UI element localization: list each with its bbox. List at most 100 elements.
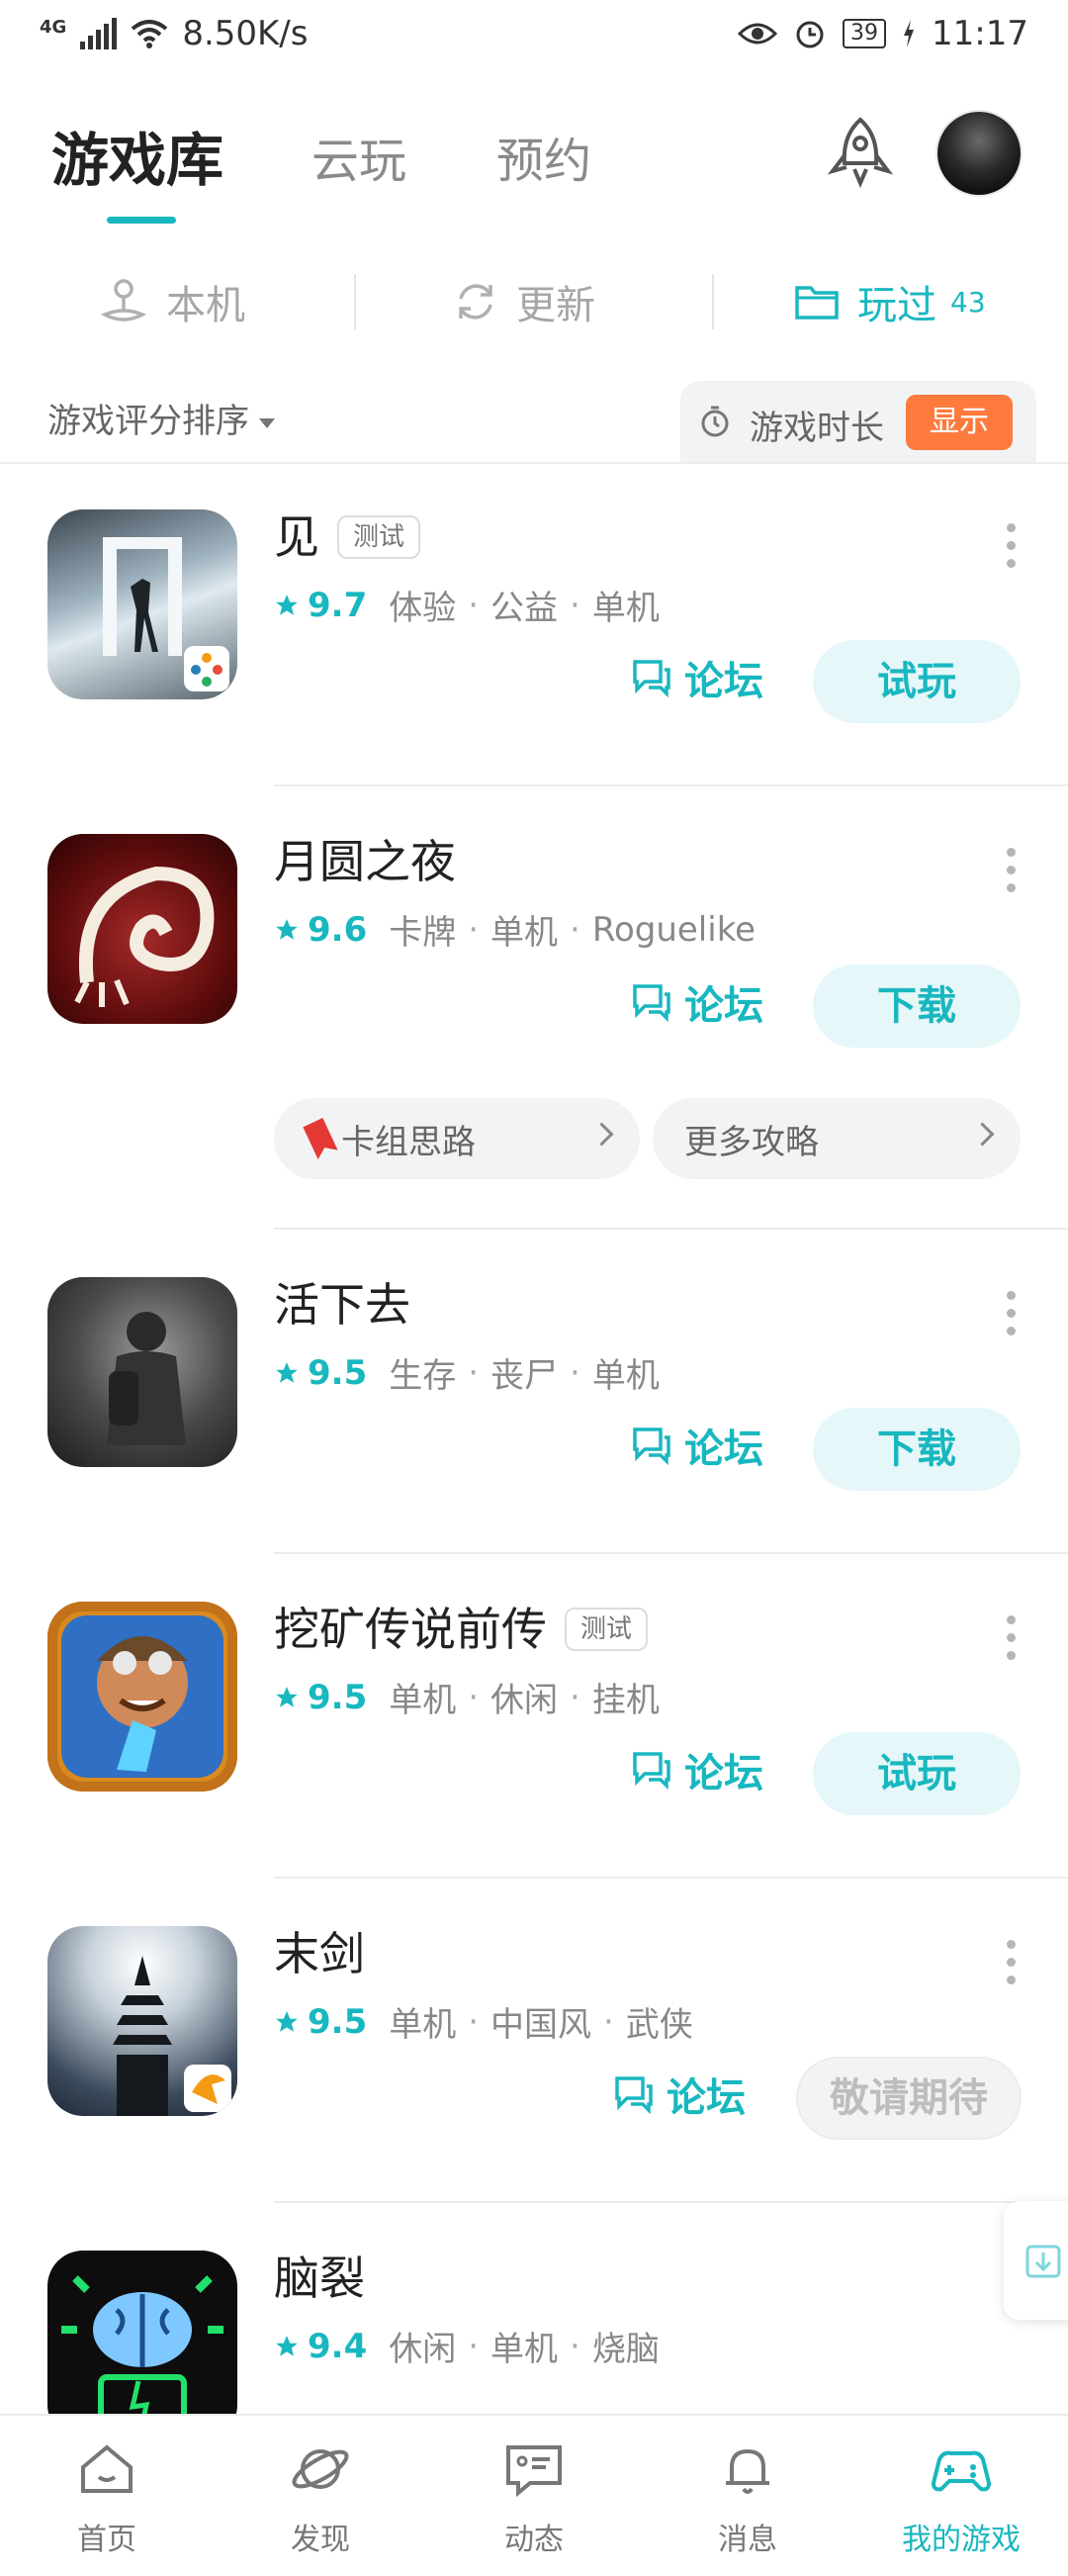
star-icon xyxy=(276,594,298,615)
signal-icon xyxy=(80,18,118,49)
guide-deck-button[interactable]: 卡组思路 xyxy=(274,1098,640,1179)
trial-button[interactable]: 试玩 xyxy=(813,1732,1021,1815)
tab-game-library[interactable]: 游戏库 xyxy=(51,114,223,197)
game-tag: 单机 xyxy=(389,2005,457,2045)
guide-label: 更多攻略 xyxy=(684,1122,819,1162)
subtab-played-label: 玩过 xyxy=(857,283,936,328)
download-button[interactable]: 下载 xyxy=(813,1408,1021,1491)
subtab-update[interactable]: 更新 xyxy=(453,262,595,341)
game-icon[interactable] xyxy=(47,509,237,699)
divider xyxy=(354,274,356,329)
nav-label: 我的游戏 xyxy=(902,2523,1021,2557)
game-meta: 9.5 单机 · 休闲 · 挂机 xyxy=(274,1673,660,1721)
bell-icon xyxy=(726,2448,769,2494)
caret-down-icon xyxy=(259,417,275,428)
game-tag: 生存 xyxy=(389,1356,457,1396)
forum-label: 论坛 xyxy=(684,1751,763,1796)
game-tag: 烧脑 xyxy=(591,2330,660,2369)
forum-label: 论坛 xyxy=(667,2075,746,2121)
active-tab-indicator xyxy=(107,217,176,224)
more-options-icon[interactable] xyxy=(1007,1291,1017,1344)
game-score: 9.5 xyxy=(308,1352,368,1393)
more-options-icon[interactable] xyxy=(1007,1940,1017,1993)
forum-icon xyxy=(615,2076,653,2114)
nav-label: 消息 xyxy=(718,2523,777,2557)
subtab-local[interactable]: 本机 xyxy=(99,262,245,341)
chat-card-icon xyxy=(506,2445,562,2498)
game-tag: 单机 xyxy=(490,2330,559,2369)
floating-download-tab[interactable] xyxy=(1004,2201,1068,2320)
gamepad-icon xyxy=(931,2450,992,2492)
nav-home[interactable]: 首页 xyxy=(0,2416,214,2576)
forum-button[interactable]: 论坛 xyxy=(631,1740,763,1799)
divider xyxy=(274,1877,1068,1879)
game-tag: 卡牌 xyxy=(389,913,457,953)
download-button[interactable]: 下载 xyxy=(813,965,1021,1048)
game-name: 脑裂 xyxy=(274,2252,365,2305)
joystick-icon xyxy=(100,279,147,322)
clock-time: 11:17 xyxy=(932,14,1028,53)
game-score: 9.7 xyxy=(308,585,368,625)
game-meta: 9.4 休闲 · 单机 · 烧脑 xyxy=(274,2322,660,2370)
battery-icon: 39 xyxy=(843,19,887,48)
charging-icon xyxy=(904,20,915,47)
game-icon[interactable] xyxy=(47,834,237,1024)
forum-label: 论坛 xyxy=(684,983,763,1029)
game-icon[interactable] xyxy=(47,1277,237,1467)
game-score: 9.5 xyxy=(308,1677,368,1717)
forum-button[interactable]: 论坛 xyxy=(631,1416,763,1475)
show-duration-button[interactable]: 显示 xyxy=(906,395,1013,450)
more-guides-button[interactable]: 更多攻略 xyxy=(653,1098,1021,1179)
subtab-bar: 本机 更新 玩过 43 xyxy=(0,262,1068,341)
duration-label: 游戏时长 xyxy=(750,409,884,448)
nav-label: 发现 xyxy=(291,2523,350,2557)
game-name: 活下去 xyxy=(274,1278,410,1332)
brain-icon xyxy=(61,2275,223,2439)
tab-reservation[interactable]: 预约 xyxy=(496,122,591,191)
game-tag: Roguelike xyxy=(591,909,756,950)
star-icon xyxy=(276,918,298,940)
game-icon[interactable] xyxy=(47,1602,237,1792)
coming-soon-button[interactable]: 敬请期待 xyxy=(796,2057,1022,2140)
nav-label: 动态 xyxy=(504,2523,564,2557)
nav-feed[interactable]: 动态 xyxy=(427,2416,641,2576)
nav-my-games[interactable]: 我的游戏 xyxy=(854,2416,1068,2576)
test-tag: 测试 xyxy=(565,1608,649,1651)
trial-button[interactable]: 试玩 xyxy=(813,640,1021,723)
rocket-icon[interactable] xyxy=(821,114,900,193)
survivor-icon xyxy=(107,1312,186,1445)
star-icon xyxy=(276,2335,298,2356)
game-icon[interactable] xyxy=(47,2251,237,2440)
divider xyxy=(0,462,1068,464)
star-icon xyxy=(276,2010,298,2032)
play-duration-panel: 游戏时长 显示 xyxy=(680,381,1036,462)
avatar[interactable] xyxy=(937,112,1021,195)
forum-button[interactable]: 论坛 xyxy=(631,648,763,707)
nav-messages[interactable]: 消息 xyxy=(641,2416,854,2576)
subtab-played[interactable]: 玩过 43 xyxy=(794,262,986,341)
game-meta: 9.6 卡牌 · 单机 · Roguelike xyxy=(274,905,756,954)
bottom-nav: 首页 发现 动态 消息 我的游戏 xyxy=(0,2414,1068,2576)
played-count: 43 xyxy=(950,285,986,319)
game-title: 末剑 xyxy=(274,1926,365,1981)
more-options-icon[interactable] xyxy=(1007,1615,1017,1669)
planet-icon xyxy=(292,2449,349,2489)
divider xyxy=(274,1552,1068,1554)
folder-icon xyxy=(795,286,839,320)
game-tag: 公益 xyxy=(490,589,559,628)
divider xyxy=(274,1228,1068,1230)
subtab-update-label: 更新 xyxy=(516,283,595,328)
game-title: 见 测试 xyxy=(274,509,421,565)
more-options-icon[interactable] xyxy=(1007,848,1017,901)
game-title: 月圆之夜 xyxy=(274,834,456,889)
game-name: 见 xyxy=(274,510,319,564)
forum-button[interactable]: 论坛 xyxy=(631,972,763,1032)
nav-discover[interactable]: 发现 xyxy=(214,2416,427,2576)
game-score: 9.4 xyxy=(308,2326,368,2366)
forum-button[interactable]: 论坛 xyxy=(613,2065,746,2124)
game-name: 月圆之夜 xyxy=(274,835,456,888)
game-icon[interactable] xyxy=(47,1926,237,2116)
tab-cloud-play[interactable]: 云玩 xyxy=(312,122,406,191)
sort-dropdown[interactable]: 游戏评分排序 xyxy=(47,394,275,442)
more-options-icon[interactable] xyxy=(1007,523,1017,577)
